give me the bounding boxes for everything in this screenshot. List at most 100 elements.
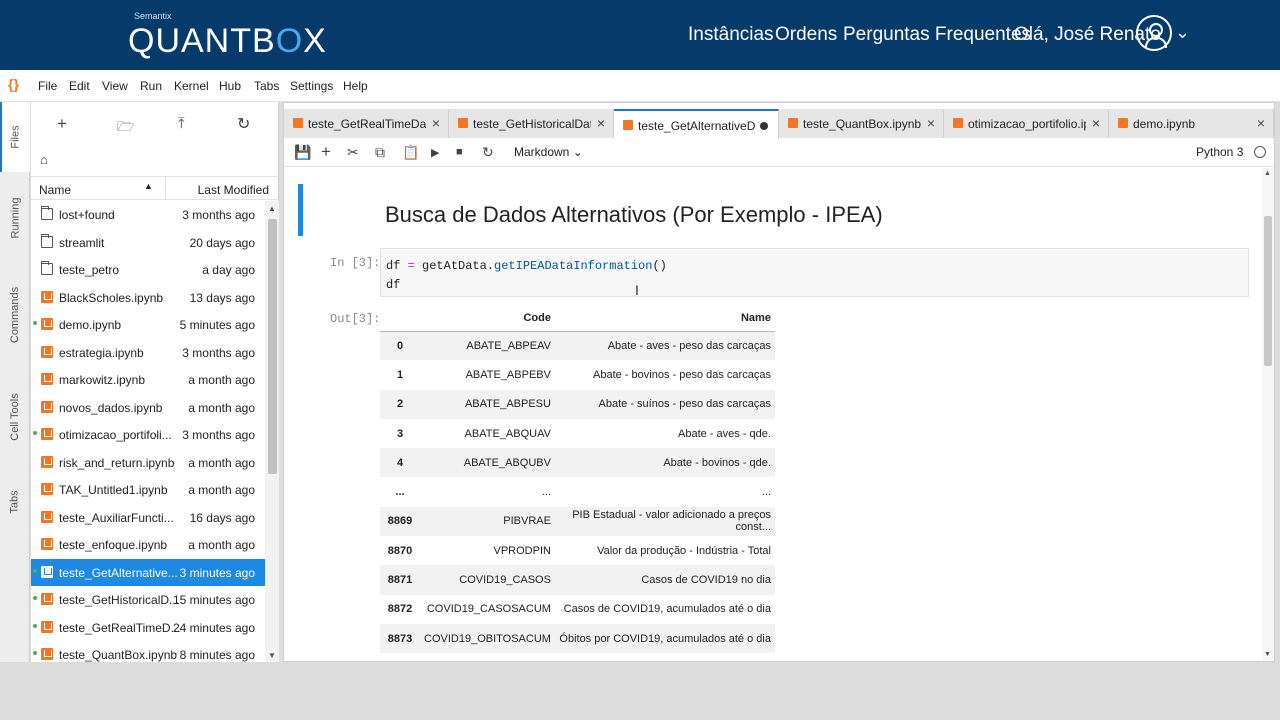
- scroll-up-arrow-icon[interactable]: ▲: [1264, 170, 1271, 177]
- notebook-icon: [41, 565, 53, 578]
- file-list-item[interactable]: novos_dados.ipynb a month ago: [31, 394, 265, 422]
- notebook-icon: [41, 373, 53, 385]
- file-name: otimizacao_portifoli...: [59, 428, 172, 442]
- file-list-item[interactable]: teste_enfoque.ipynb a month ago: [31, 531, 265, 559]
- home-icon[interactable]: ⌂: [40, 152, 48, 167]
- restart-icon[interactable]: ↻: [482, 144, 494, 161]
- file-list-item[interactable]: teste_petro a day ago: [31, 256, 265, 284]
- sidetab-cell-tools[interactable]: Cell Tools: [0, 372, 30, 462]
- close-icon[interactable]: ×: [1092, 115, 1100, 131]
- chevron-down-icon[interactable]: ⌄: [1175, 22, 1190, 43]
- table-cell-name: Abate - bovinos - qde.: [554, 448, 775, 478]
- refresh-icon[interactable]: ↻: [237, 114, 250, 134]
- file-list-item[interactable]: teste_GetAlternative... 3 minutes ago: [31, 558, 265, 586]
- menu-edit[interactable]: Edit: [69, 79, 90, 93]
- nav-perguntas-frequentes[interactable]: Perguntas Frequentes: [843, 24, 1031, 46]
- copy-icon[interactable]: ⧉: [375, 144, 385, 161]
- menu-kernel[interactable]: Kernel: [174, 79, 209, 93]
- markdown-heading[interactable]: Busca de Dados Alternativos (Por Exemplo…: [385, 202, 883, 228]
- table-cell-name: Abate - suínos - peso das carcaças: [554, 389, 775, 419]
- file-list-item[interactable]: BlackScholes.ipynb 13 days ago: [31, 284, 265, 312]
- menu-settings[interactable]: Settings: [290, 79, 333, 93]
- menu-tabs[interactable]: Tabs: [254, 79, 279, 93]
- menu-run[interactable]: Run: [140, 79, 162, 93]
- cut-icon[interactable]: ✂: [347, 144, 359, 161]
- tab-label: teste_QuantBox.ipynb: [803, 117, 921, 131]
- nav-instancias[interactable]: Instâncias: [688, 24, 774, 46]
- file-list-item[interactable]: markowitz.ipynb a month ago: [31, 366, 265, 394]
- close-icon[interactable]: ×: [1257, 115, 1265, 131]
- scroll-up-arrow-icon[interactable]: ▲: [268, 204, 276, 213]
- paste-icon[interactable]: 📋: [402, 144, 419, 161]
- notebook-tab-bar: teste_GetRealTimeData.ip×teste_GetHistor…: [284, 109, 1274, 139]
- close-icon[interactable]: ×: [927, 115, 935, 131]
- quantbox-logo[interactable]: QUANTBOX: [128, 22, 327, 61]
- file-list-item[interactable]: otimizacao_portifoli... 3 months ago: [31, 421, 265, 449]
- code-cell-editor[interactable]: df = getAtData.getIPEADataInformation() …: [380, 248, 1249, 297]
- file-list-item[interactable]: teste_QuantBox.ipynb 8 minutes ago: [31, 641, 265, 662]
- close-icon[interactable]: ×: [597, 115, 605, 131]
- file-list-item[interactable]: teste_AuxiliarFuncti... 16 days ago: [31, 504, 265, 532]
- file-modified: a month ago: [188, 373, 255, 387]
- file-name: teste_GetAlternative...: [59, 565, 178, 580]
- user-avatar-icon[interactable]: [1136, 15, 1172, 51]
- column-name-header[interactable]: Name: [39, 183, 71, 197]
- sort-asc-icon[interactable]: ▲: [144, 181, 153, 191]
- insert-cell-icon[interactable]: +: [321, 142, 331, 162]
- menu-file[interactable]: File: [38, 79, 57, 93]
- nav-ordens[interactable]: Ordens: [775, 24, 837, 46]
- new-folder-icon[interactable]: 🗁: [117, 116, 134, 140]
- file-list-item[interactable]: risk_and_return.ipynb a month ago: [31, 449, 265, 477]
- file-list-item[interactable]: lost+found 3 months ago: [31, 201, 265, 229]
- notebook-tab[interactable]: teste_QuantBox.ipynb ×: [779, 109, 944, 138]
- run-icon[interactable]: ▶: [431, 146, 439, 159]
- table-cell-index: 1: [396, 368, 404, 381]
- file-name: TAK_Untitled1.ipynb: [59, 483, 168, 497]
- kernel-status-icon: [1254, 146, 1266, 158]
- sidetab-running[interactable]: Running: [0, 178, 30, 258]
- menu-help[interactable]: Help: [343, 79, 368, 93]
- output-prompt: Out[3]:: [330, 312, 381, 326]
- folder-icon: [41, 206, 53, 220]
- column-modified-header[interactable]: Last Modified: [198, 183, 269, 197]
- cell-type-value: Markdown: [514, 145, 570, 159]
- notebook-tab[interactable]: teste_GetAlternativeData.: [614, 109, 779, 139]
- notebook-tab[interactable]: teste_GetRealTimeData.ip ×: [284, 109, 449, 138]
- new-launcher-icon[interactable]: +: [57, 114, 67, 134]
- table-cell-code: ABATE_ABPEAV: [420, 331, 555, 361]
- save-icon[interactable]: 💾: [294, 144, 311, 161]
- scroll-down-arrow-icon[interactable]: ▼: [1264, 651, 1271, 658]
- file-list-item[interactable]: teste_GetRealTimeD... 24 minutes ago: [31, 614, 265, 642]
- table-cell-index: 2: [380, 389, 420, 419]
- file-list-item[interactable]: demo.ipynb 5 minutes ago: [31, 311, 265, 339]
- notebook-tab[interactable]: otimizacao_portifolio.ipyr ×: [944, 109, 1109, 138]
- table-header-code: Code: [420, 306, 555, 332]
- file-list-item[interactable]: teste_GetHistoricalD... 15 minutes ago: [31, 586, 265, 614]
- sidetab-commands[interactable]: Commands: [0, 270, 30, 360]
- file-list-header: Name ▲ Last Modified: [31, 176, 279, 200]
- notebook-scrollbar-thumb[interactable]: [1264, 216, 1272, 366]
- scroll-down-arrow-icon[interactable]: ▼: [268, 651, 276, 660]
- file-list-scrollbar[interactable]: ▲ ▼: [265, 201, 279, 662]
- notebook-icon: [41, 400, 53, 413]
- notebook-icon: [458, 118, 468, 128]
- file-list-item[interactable]: TAK_Untitled1.ipynb a month ago: [31, 476, 265, 504]
- notebook-tab[interactable]: demo.ipynb ×: [1109, 109, 1274, 138]
- notebook-scrollbar[interactable]: ▲ ▼: [1262, 168, 1274, 661]
- cell-type-select[interactable]: Markdown ⌄: [514, 145, 583, 159]
- file-list-item[interactable]: estrategia.ipynb 3 months ago: [31, 339, 265, 367]
- kernel-name[interactable]: Python 3: [1196, 145, 1243, 159]
- menu-view[interactable]: View: [102, 79, 128, 93]
- table-header-index: [380, 306, 420, 332]
- stop-icon[interactable]: ■: [456, 146, 463, 158]
- file-list-item[interactable]: streamlit 20 days ago: [31, 229, 265, 257]
- scrollbar-thumb[interactable]: [268, 219, 277, 474]
- upload-icon[interactable]: ⤒: [178, 115, 185, 132]
- sidetab-files[interactable]: Files: [0, 102, 30, 172]
- close-icon[interactable]: ×: [432, 115, 440, 131]
- unsaved-indicator-icon[interactable]: [760, 122, 768, 130]
- file-modified: a day ago: [202, 263, 255, 277]
- notebook-tab[interactable]: teste_GetHistoricalData.ip ×: [449, 109, 614, 138]
- menu-hub[interactable]: Hub: [219, 79, 241, 93]
- sidetab-tabs[interactable]: Tabs: [0, 472, 30, 532]
